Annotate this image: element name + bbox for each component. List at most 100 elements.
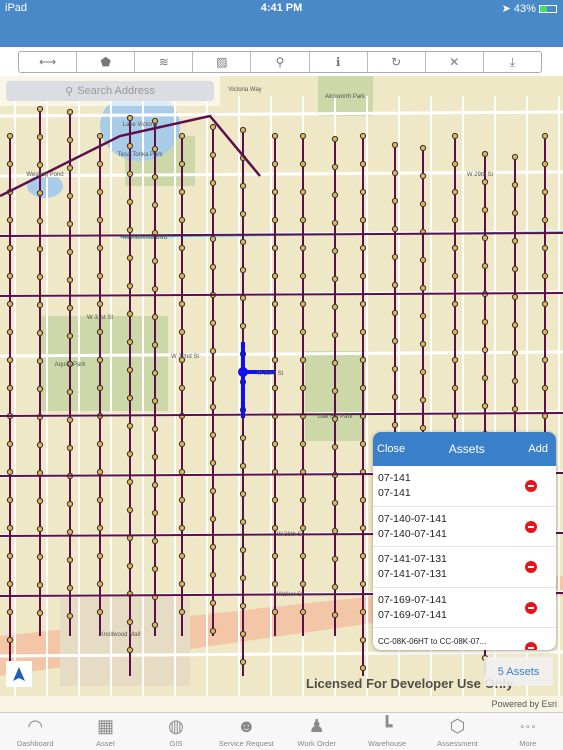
manhole-point: [359, 132, 367, 140]
manhole-point: [178, 496, 186, 504]
add-button[interactable]: Add: [528, 443, 548, 455]
building-icon: ▦: [97, 715, 115, 736]
asset-list-item[interactable]: 07-140-07-141 07-140-07-141: [373, 507, 556, 547]
basemap-tool-button[interactable]: ▨: [193, 52, 252, 72]
info-tool-button[interactable]: ℹ: [310, 52, 368, 72]
manhole-point: [299, 132, 307, 140]
manhole-point: [66, 136, 74, 144]
manhole-point: [331, 247, 339, 255]
tab-dashboard[interactable]: ◠ Dashboard: [0, 713, 70, 750]
manhole-point: [209, 431, 217, 439]
manhole-point: [359, 160, 367, 168]
manhole-point: [178, 580, 186, 588]
remove-icon[interactable]: [525, 642, 537, 650]
map-label: Walker St: [277, 592, 303, 598]
map-label: Ainsworth Park: [325, 94, 366, 100]
map-label: W 32nd St: [171, 354, 199, 360]
manhole-point: [359, 216, 367, 224]
manhole-point: [96, 608, 104, 616]
toolbar-area: ⟷ ⬟ ≋ ▨ ⚲ ℹ ↻ ✕ ⤓: [0, 47, 563, 76]
manhole-point: [239, 294, 247, 302]
manhole-point: [126, 338, 134, 346]
manhole-point: [36, 105, 44, 113]
tab-more[interactable]: ∘∘∘ More: [493, 713, 563, 750]
manhole-point: [541, 216, 549, 224]
manhole-point: [359, 552, 367, 560]
manhole-point: [271, 300, 279, 308]
manhole-point: [151, 173, 159, 181]
download-tool-button[interactable]: ⤓: [484, 52, 541, 72]
manhole-point: [391, 309, 399, 317]
manhole-point: [178, 188, 186, 196]
manhole-point: [126, 646, 134, 654]
search-address-input[interactable]: ⚲ Search Address: [6, 81, 214, 101]
clear-icon: ✕: [449, 55, 460, 69]
asset-list-item[interactable]: 07-141 07-141: [373, 466, 556, 507]
layers-tool-button[interactable]: ≋: [135, 52, 194, 72]
remove-icon[interactable]: [525, 601, 537, 614]
manhole-point: [209, 571, 217, 579]
tab-warehouse[interactable]: ┗ Warehouse: [352, 713, 422, 750]
manhole-point: [239, 630, 247, 638]
manhole-point: [271, 272, 279, 280]
manhole-point: [511, 181, 519, 189]
manhole-point: [299, 384, 307, 392]
manhole-point: [299, 188, 307, 196]
manhole-point: [511, 209, 519, 217]
manhole-point: [299, 300, 307, 308]
manhole-point: [511, 349, 519, 357]
manhole-point: [66, 192, 74, 200]
manhole-point: [6, 216, 14, 224]
globe-pin-icon: ◍: [168, 715, 184, 736]
manhole-point: [481, 262, 489, 270]
manhole-point: [331, 359, 339, 367]
worker-icon: ♟: [308, 715, 325, 736]
manhole-point: [126, 506, 134, 514]
manhole-point: [419, 144, 427, 152]
manhole-point: [239, 490, 247, 498]
manhole-point: [451, 160, 459, 168]
manhole-point: [419, 200, 427, 208]
manhole-point: [359, 328, 367, 336]
manhole-point: [331, 527, 339, 535]
assets-count-button[interactable]: 5 Assets: [484, 657, 553, 686]
manhole-point: [331, 191, 339, 199]
tab-gis[interactable]: ◍ GIS: [141, 713, 211, 750]
manhole-point: [239, 322, 247, 330]
refresh-tool-button[interactable]: ↻: [368, 52, 426, 72]
manhole-point: [6, 580, 14, 588]
pin-tool-button[interactable]: ⚲: [251, 52, 310, 72]
remove-icon[interactable]: [525, 561, 537, 573]
tab-work-order[interactable]: ♟ Work Order: [282, 713, 352, 750]
remove-icon[interactable]: [525, 480, 537, 492]
manhole-point: [271, 496, 279, 504]
tab-assessment[interactable]: ⬡ Assessment: [422, 713, 492, 750]
manhole-point: [451, 216, 459, 224]
manhole-point: [541, 272, 549, 280]
manhole-point: [6, 244, 14, 252]
manhole-point: [36, 497, 44, 505]
manhole-point: [36, 161, 44, 169]
manhole-point: [239, 462, 247, 470]
map-label: Aquila Park: [55, 362, 87, 368]
manhole-point: [359, 244, 367, 252]
asset-list-item[interactable]: 07-169-07-141 07-169-07-141: [373, 588, 556, 628]
more-icon: ∘∘∘: [519, 720, 537, 731]
locate-button[interactable]: [6, 661, 32, 687]
tab-asset[interactable]: ▦ Asset: [70, 713, 140, 750]
polygon-tool-button[interactable]: ⬟: [77, 52, 136, 72]
manhole-point: [66, 444, 74, 452]
manhole-point: [6, 468, 14, 476]
tab-service-request[interactable]: ☻ Service Request: [211, 713, 281, 750]
asset-list-item[interactable]: CC-08K-06HT to CC-08K-07...: [373, 628, 556, 650]
clear-tool-button[interactable]: ✕: [426, 52, 484, 72]
remove-icon[interactable]: [525, 520, 537, 533]
measure-tool-button[interactable]: ⟷: [19, 52, 78, 72]
manhole-point: [299, 608, 307, 616]
map-view[interactable]: Lake Victoria Tesa-Tonka Park Westing Pond…: [0, 76, 563, 712]
map-label: W 29th St: [467, 172, 494, 178]
license-watermark: Licensed For Developer Use Only: [306, 676, 514, 691]
close-button[interactable]: Close: [377, 443, 405, 455]
asset-list-item[interactable]: 07-141-07-131 07-141-07-131: [373, 547, 556, 588]
manhole-point: [151, 145, 159, 153]
